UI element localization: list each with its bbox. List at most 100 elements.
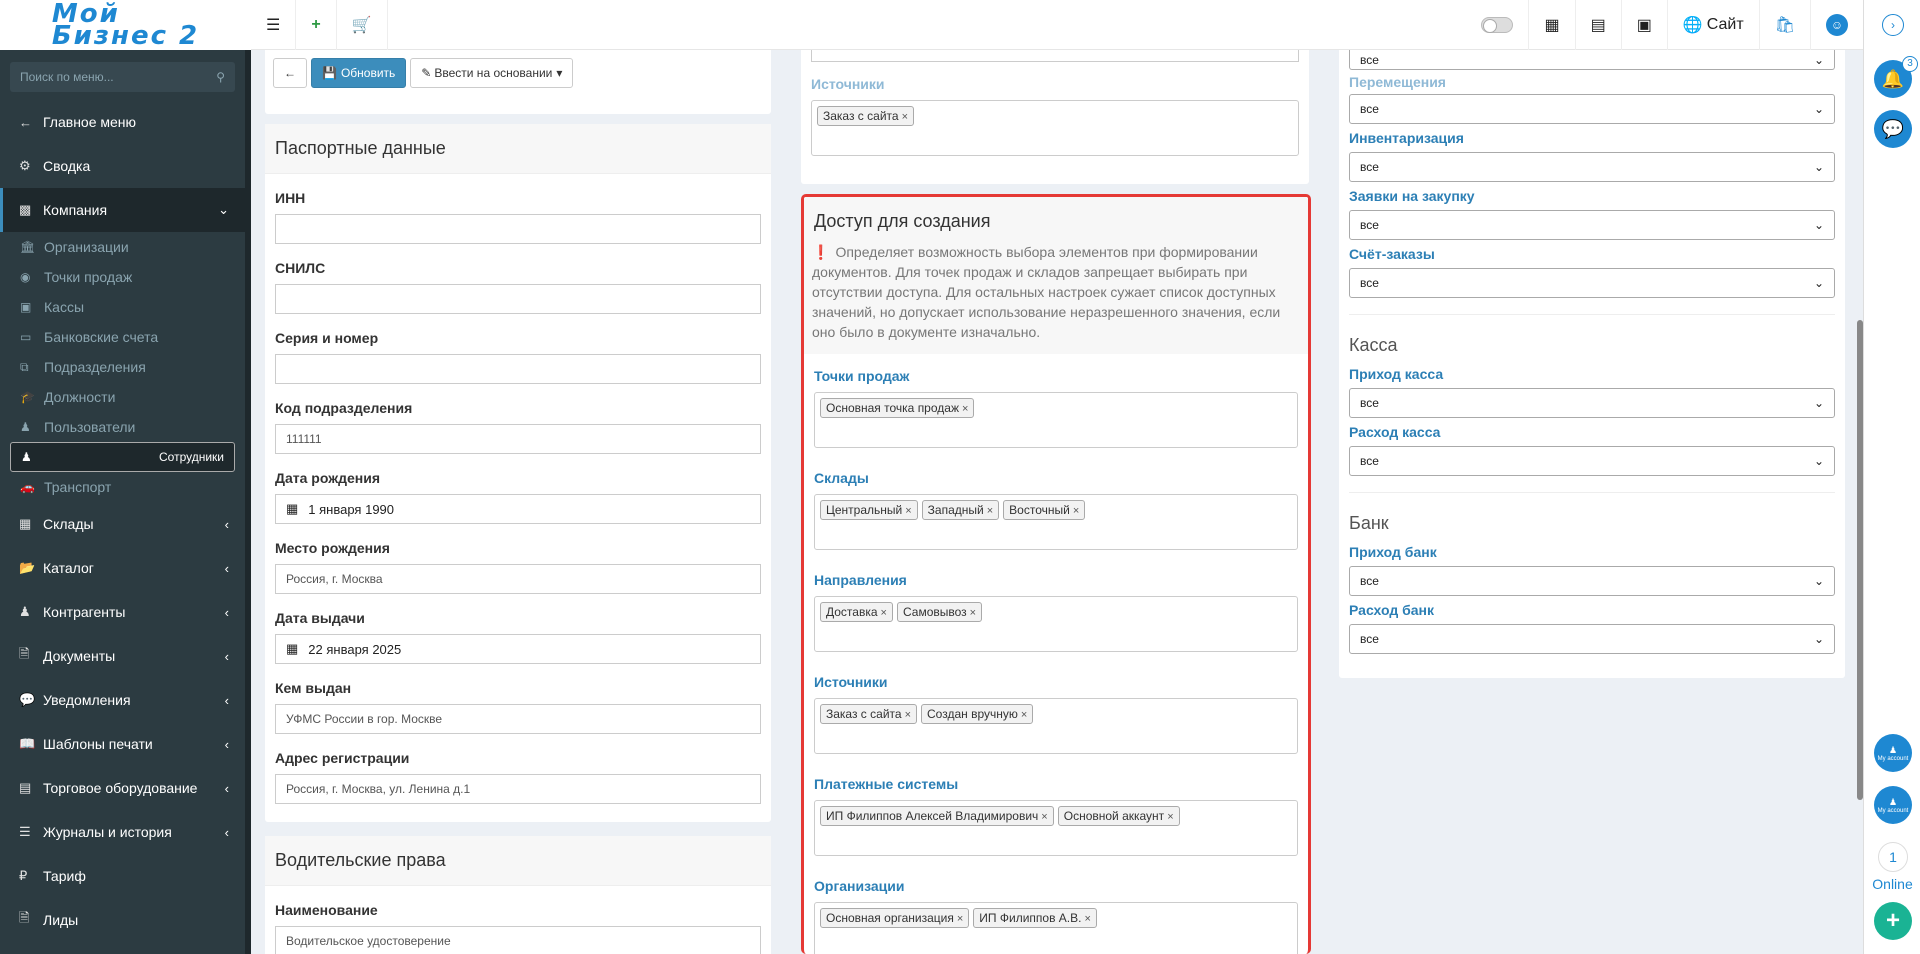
address-input[interactable]: Россия, г. Москва, ул. Ленина д.1: [275, 774, 761, 804]
sidebar-item-summary[interactable]: ⚙ Сводка: [0, 144, 245, 188]
back-button[interactable]: ←: [273, 58, 307, 88]
invoice-orders-select[interactable]: все ⌄: [1349, 268, 1835, 298]
chevron-right-circle-icon[interactable]: ›: [1882, 14, 1904, 36]
sidebar-item-documents[interactable]: 🗎 Документы ‹: [0, 634, 245, 678]
tag[interactable]: ИП Филиппов А.В. ×: [973, 908, 1097, 928]
close-icon[interactable]: ×: [957, 913, 963, 925]
calendar-icon[interactable]: ▣: [1620, 0, 1667, 50]
sources-tagbox[interactable]: Заказ с сайта × Создан вручную ×: [814, 698, 1298, 754]
sidebar-subitem-employees[interactable]: ♟ Сотрудники: [10, 442, 235, 472]
top-select[interactable]: все ⌄: [1349, 50, 1835, 70]
hdd-icon: ▤: [19, 780, 32, 795]
close-icon[interactable]: ×: [1084, 913, 1090, 925]
license-name-input[interactable]: Водительское удостоверение: [275, 926, 761, 954]
search-icon: ⚲: [216, 70, 225, 84]
directions-tagbox[interactable]: Доставка × Самовывоз ×: [814, 596, 1298, 652]
chat-icon[interactable]: 💬: [1874, 110, 1912, 148]
close-icon[interactable]: ×: [905, 505, 911, 517]
bag-icon[interactable]: 🛍: [1758, 0, 1810, 50]
close-icon[interactable]: ×: [902, 111, 908, 123]
points-tagbox[interactable]: Основная точка продаж ×: [814, 392, 1298, 448]
sidebar-subitem-positions[interactable]: 🎓 Должности: [0, 382, 245, 412]
close-icon[interactable]: ×: [1073, 505, 1079, 517]
tag[interactable]: Основная точка продаж ×: [820, 398, 975, 418]
tag[interactable]: Западный ×: [921, 500, 1000, 520]
tag[interactable]: Создан вручную ×: [921, 704, 1034, 724]
account-icon[interactable]: ♟ My account: [1874, 786, 1912, 824]
tag[interactable]: Заказ с сайта ×: [817, 106, 914, 126]
account-icon[interactable]: ♟ My account: [1874, 734, 1912, 772]
sidebar-subitem-points[interactable]: ◉ Точки продаж: [0, 262, 245, 292]
close-icon[interactable]: ×: [1041, 811, 1047, 823]
tag[interactable]: Доставка ×: [820, 602, 893, 622]
bank-in-select[interactable]: все ⌄: [1349, 566, 1835, 596]
tag[interactable]: Восточный ×: [1003, 500, 1086, 520]
sidebar-item-main-menu[interactable]: ← Главное меню: [0, 100, 245, 144]
sidebar-subitem-orgs[interactable]: 🏛 Организации: [0, 232, 245, 262]
arrow-left-icon: ←: [284, 66, 296, 80]
sidebar-item-notifications[interactable]: 💬 Уведомления ‹: [0, 678, 245, 722]
inventory-select[interactable]: все ⌄: [1349, 152, 1835, 182]
moves-select[interactable]: все ⌄: [1349, 94, 1835, 124]
tag[interactable]: Самовывоз ×: [896, 602, 983, 622]
tag[interactable]: Основной аккаунт ×: [1057, 806, 1180, 826]
place-input[interactable]: Россия, г. Москва: [275, 564, 761, 594]
logo[interactable]: Мой Бизнес 2: [0, 0, 251, 50]
sidebar-search[interactable]: Поиск по меню... ⚲: [10, 62, 235, 92]
sidebar-subitem-users[interactable]: ♟ Пользователи: [0, 412, 245, 442]
top-navbar: ☰ + 🛒 ▦ ▤ ▣ 🌐 Сайт 🛍 ☺: [251, 0, 1863, 50]
sidebar-item-equipment[interactable]: ▤ Торговое оборудование ‹: [0, 766, 245, 810]
base-on-button[interactable]: ✎ Ввести на основании ▾: [410, 58, 574, 88]
purchase-requests-select[interactable]: все ⌄: [1349, 210, 1835, 240]
sidebar-subitem-transport[interactable]: 🚗 Транспорт: [0, 472, 245, 502]
sidebar-item-tariff[interactable]: ₽ Тариф: [0, 854, 245, 898]
sidebar-item-company[interactable]: ▩ Компания ⌄: [0, 188, 245, 232]
sidebar-item-print-templates[interactable]: 📖 Шаблоны печати ‹: [0, 722, 245, 766]
card-icon: ▭: [20, 330, 32, 344]
theme-toggle[interactable]: [1466, 0, 1528, 50]
close-icon[interactable]: ×: [1021, 709, 1027, 721]
code-input[interactable]: 111111: [275, 424, 761, 454]
server-icon[interactable]: ▤: [1574, 0, 1621, 50]
birth-date-input[interactable]: ▦ 1 января 1990: [275, 494, 761, 524]
sidebar-item-stores[interactable]: ▦ Склады ‹: [0, 502, 245, 546]
organizations-tagbox[interactable]: Основная организация × ИП Филиппов А.В. ×: [814, 902, 1298, 954]
sidebar-subitem-bank-accounts[interactable]: ▭ Банковские счета: [0, 322, 245, 352]
plus-icon[interactable]: +: [1874, 902, 1912, 940]
issue-date-input[interactable]: ▦ 22 января 2025: [275, 634, 761, 664]
site-link[interactable]: 🌐 Сайт: [1666, 0, 1759, 50]
sources-tagbox[interactable]: Заказ с сайта ×: [811, 100, 1299, 156]
bars-icon[interactable]: ☰: [251, 0, 297, 50]
close-icon[interactable]: ×: [987, 505, 993, 517]
sidebar-subitem-cash[interactable]: ▣ Кассы: [0, 292, 245, 322]
document-icon: 🗎: [19, 646, 30, 661]
snils-input[interactable]: [275, 284, 761, 314]
tag[interactable]: Заказ с сайта ×: [820, 704, 917, 724]
cash-in-select[interactable]: все ⌄: [1349, 388, 1835, 418]
close-icon[interactable]: ×: [970, 607, 976, 619]
close-icon[interactable]: ×: [881, 607, 887, 619]
inn-input[interactable]: [275, 214, 761, 244]
user-avatar[interactable]: ☺: [1810, 0, 1863, 50]
sidebar-item-catalog[interactable]: 📂 Каталог ‹: [0, 546, 245, 590]
close-icon[interactable]: ×: [905, 709, 911, 721]
issued-by-input[interactable]: УФМС России в гор. Москве: [275, 704, 761, 734]
payment-systems-tagbox[interactable]: ИП Филиппов Алексей Владимирович × Основно…: [814, 800, 1298, 856]
tag[interactable]: ИП Филиппов Алексей Владимирович ×: [820, 806, 1054, 826]
plus-icon[interactable]: +: [296, 0, 337, 50]
close-icon[interactable]: ×: [962, 403, 968, 415]
series-input[interactable]: [275, 354, 761, 384]
barcode-icon[interactable]: ▦: [1528, 0, 1574, 50]
cart-icon[interactable]: 🛒: [337, 0, 388, 50]
cash-out-select[interactable]: все ⌄: [1349, 446, 1835, 476]
refresh-button[interactable]: 💾 Обновить: [311, 58, 407, 88]
sidebar-subitem-departments[interactable]: ⧉ Подразделения: [0, 352, 245, 382]
sidebar-item-leads[interactable]: 🗎 Лиды: [0, 898, 245, 942]
tag[interactable]: Центральный ×: [820, 500, 918, 520]
close-icon[interactable]: ×: [1167, 811, 1173, 823]
sidebar-item-journals[interactable]: ☰ Журналы и история ‹: [0, 810, 245, 854]
stores-tagbox[interactable]: Центральный × Западный × Восточный ×: [814, 494, 1298, 550]
tag[interactable]: Основная организация ×: [820, 908, 970, 928]
sidebar-item-contractors[interactable]: ♟ Контрагенты ‹: [0, 590, 245, 634]
bank-out-select[interactable]: все ⌄: [1349, 624, 1835, 654]
